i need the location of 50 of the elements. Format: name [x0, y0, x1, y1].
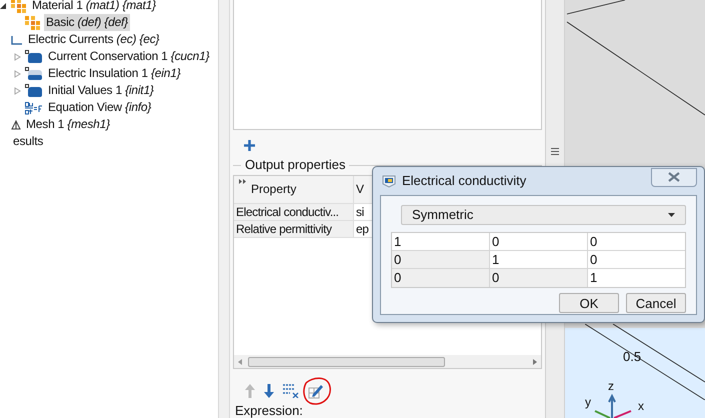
tree-item[interactable]: Equation View {info}	[46, 99, 154, 116]
move-down-icon[interactable]	[264, 384, 274, 398]
tree-item[interactable]: esults	[11, 133, 46, 150]
app-logo-icon	[382, 174, 396, 188]
dialog-button[interactable]: Cancel	[626, 293, 686, 313]
tree-item[interactable]: Mesh 1 {mesh1}	[24, 116, 112, 133]
close-icon	[668, 172, 680, 182]
scroll-left-icon[interactable]	[238, 358, 242, 364]
matrix-cell[interactable]: 0	[588, 233, 685, 250]
table-cell: Relative permittivity	[234, 221, 354, 237]
matrix-cell[interactable]: 1	[392, 233, 490, 250]
section-title: Output properties	[244, 156, 346, 174]
axis-value: 0.5	[623, 348, 642, 366]
grip-icon[interactable]	[551, 148, 559, 155]
domain-feature-icon	[25, 66, 43, 80]
edit-table-icon[interactable]	[308, 383, 324, 399]
triangle-mesh-icon	[11, 120, 21, 130]
tree-item[interactable]: Basic (def) {def}	[44, 14, 130, 31]
axis-label: x	[638, 400, 644, 412]
tree-item[interactable]: Initial Values 1 {init1}	[46, 82, 156, 99]
axis-label: z	[608, 380, 614, 392]
tree-item[interactable]: Electric Currents (ec) {ec}	[26, 31, 162, 48]
material-grid-icon	[11, 0, 27, 12]
domain-feature-icon	[25, 84, 43, 98]
material-grid-icon	[25, 16, 41, 30]
equation-icon	[25, 100, 43, 114]
matrix-cell[interactable]: 0	[588, 251, 685, 268]
matrix-cell[interactable]: 0	[490, 233, 588, 250]
scroll-right-icon[interactable]	[533, 358, 537, 364]
tree-item[interactable]: Electric Insulation 1 {ein1}	[46, 65, 183, 82]
tree-item[interactable]: Current Conservation 1 {cucn1}	[46, 48, 212, 65]
add-icon[interactable]	[244, 140, 255, 151]
column-header[interactable]: Property	[234, 176, 354, 203]
horizontal-scrollbar[interactable]	[234, 355, 541, 368]
dialog-button[interactable]: OK	[559, 293, 619, 313]
expander-arrow[interactable]	[0, 2, 8, 10]
matrix-cell[interactable]: 1	[588, 269, 685, 287]
dialog-title: Electrical conductivity	[402, 172, 526, 190]
mode-dropdown[interactable]: Symmetric	[401, 205, 686, 225]
close-button[interactable]	[651, 168, 697, 186]
axis-label: y	[585, 396, 591, 408]
clear-list-icon[interactable]	[283, 384, 299, 398]
physics-icon	[11, 34, 23, 46]
tree-item[interactable]: Material 1 (mat1) {mat1}	[30, 0, 158, 14]
field-label: Expression:	[235, 404, 304, 418]
caret-icon	[668, 213, 675, 217]
double-arrow-icon	[239, 179, 246, 184]
table-cell: Electrical conductiv...	[234, 204, 354, 220]
domain-feature-icon	[25, 50, 43, 64]
matrix-cell[interactable]: 1	[490, 251, 588, 268]
